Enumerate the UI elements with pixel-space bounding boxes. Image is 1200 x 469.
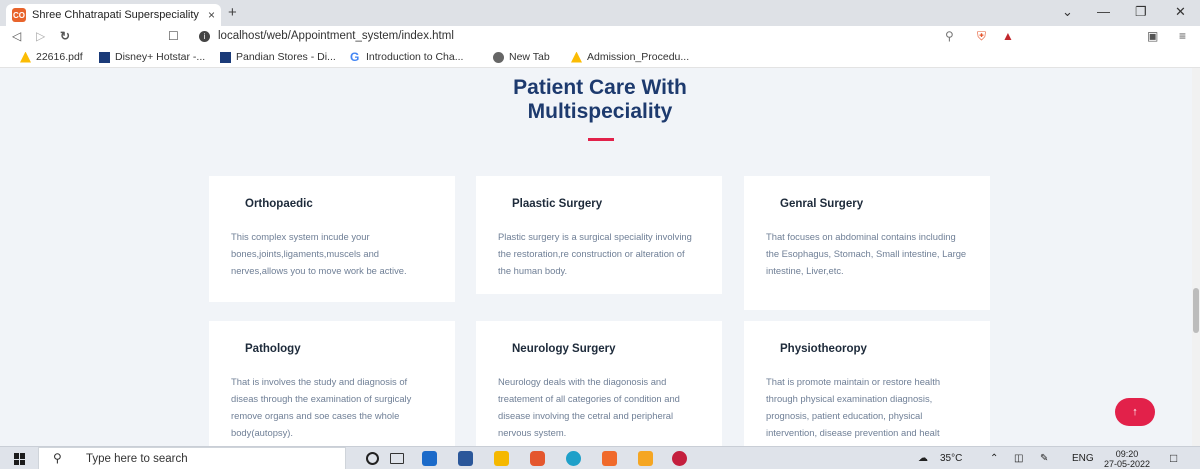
menu-icon[interactable]: ≡	[1179, 29, 1186, 43]
weather-icon[interactable]: ☁	[918, 453, 928, 464]
site-icon	[220, 51, 231, 63]
windows-start-icon[interactable]	[14, 453, 26, 465]
google-drive-icon	[20, 51, 31, 63]
brave-shield-icon[interactable]: ⛨	[977, 29, 986, 44]
network-icon[interactable]: ◫	[1014, 453, 1023, 464]
pen-icon[interactable]: ✎	[1040, 453, 1048, 464]
site-info-icon[interactable]: i	[199, 31, 210, 42]
tab-search-chevron-icon[interactable]: ⌄	[1062, 4, 1073, 20]
browser-toolbar: ◁ ▷ ↻ ☐ i localhost/web/Appointment_syst…	[0, 26, 1200, 48]
card-title: Genral Surgery	[780, 198, 864, 210]
bookmark-item[interactable]: 22616.pdf	[20, 51, 83, 63]
page-scrollbar[interactable]	[1192, 68, 1200, 446]
chrome-app-icon[interactable]	[672, 451, 687, 466]
edge-browser-icon[interactable]	[566, 451, 581, 466]
bookmark-label: Disney+ Hotstar -...	[115, 51, 206, 63]
page-content: Patient Care With Multispeciality Orthop…	[0, 68, 1192, 446]
scrollbar-thumb[interactable]	[1193, 288, 1199, 333]
bookmark-label: New Tab	[509, 51, 550, 63]
card-title: Neurology Surgery	[512, 343, 616, 355]
back-to-top-button[interactable]: ↑	[1115, 398, 1155, 426]
service-card-plastic-surgery[interactable]: Plaastic Surgery Plastic surgery is a su…	[476, 176, 722, 294]
card-title: Orthopaedic	[245, 198, 313, 210]
tab-close-icon[interactable]: ×	[208, 8, 215, 22]
bookmark-label: Pandian Stores - Di...	[236, 51, 336, 63]
wallet-icon[interactable]: ▣	[1147, 29, 1158, 43]
bookmark-label: Admission_Procedu...	[587, 51, 690, 63]
heading-underline	[588, 138, 614, 141]
xampp-icon[interactable]	[602, 451, 617, 466]
taskbar-clock[interactable]: 09:20 27-05-2022	[1104, 449, 1150, 469]
sublime-text-icon[interactable]	[638, 451, 653, 466]
window-close-icon[interactable]: ✕	[1175, 4, 1186, 20]
address-bar[interactable]: localhost/web/Appointment_system/index.h…	[218, 30, 454, 42]
service-card-neurology-surgery[interactable]: Neurology Surgery Neurology deals with t…	[476, 321, 722, 446]
new-tab-button[interactable]: +	[228, 4, 237, 21]
browser-tab[interactable]: CO Shree Chhatrapati Superspeciality ×	[6, 4, 221, 26]
language-indicator[interactable]: ENG	[1072, 453, 1094, 464]
restore-icon[interactable]: ❐	[1135, 4, 1147, 20]
mail-app-icon[interactable]	[422, 451, 437, 466]
file-explorer-icon[interactable]	[494, 451, 509, 466]
tab-title: Shree Chhatrapati Superspeciality	[32, 9, 199, 21]
taskbar-search[interactable]: ⚲ Type here to search	[38, 447, 346, 469]
bookmark-item[interactable]: Admission_Procedu...	[571, 51, 689, 63]
search-placeholder: Type here to search	[86, 453, 188, 465]
service-card-pathology[interactable]: Pathology That is involves the study and…	[209, 321, 455, 446]
card-description: Plastic surgery is a surgical speciality…	[498, 231, 692, 276]
google-icon: G	[350, 49, 360, 64]
task-view-icon[interactable]	[390, 453, 404, 464]
back-icon[interactable]: ◁	[12, 29, 21, 43]
service-card-orthopaedic[interactable]: Orthopaedic This complex system incude y…	[209, 176, 455, 302]
card-description: Neurology deals with the diagonosis and …	[498, 376, 680, 438]
tray-chevron-icon[interactable]: ⌃	[990, 453, 998, 464]
word-icon[interactable]	[458, 451, 473, 466]
google-drive-icon	[571, 51, 582, 63]
reload-icon[interactable]: ↻	[60, 29, 70, 43]
heading-line-2: Multispeciality	[527, 100, 673, 123]
card-description: That is promote maintain or restore heal…	[766, 376, 941, 446]
card-title: Pathology	[245, 343, 301, 355]
clock-date: 27-05-2022	[1104, 459, 1151, 469]
brave-browser-icon[interactable]	[530, 451, 545, 466]
bookmark-item[interactable]: Pandian Stores - Di...	[220, 51, 336, 63]
bookmark-item[interactable]: New Tab	[493, 51, 550, 63]
cortana-icon[interactable]	[366, 452, 379, 465]
card-description: That is involves the study and diagnosis…	[231, 376, 412, 438]
card-description: That focuses on abdominal contains inclu…	[766, 231, 967, 276]
card-description: This complex system incude your bones,jo…	[231, 231, 407, 276]
search-icon: ⚲	[53, 451, 62, 465]
service-card-physiotherapy[interactable]: Physiotheoropy That is promote maintain …	[744, 321, 990, 446]
service-card-general-surgery[interactable]: Genral Surgery That focuses on abdominal…	[744, 176, 990, 310]
new-tab-globe-icon	[493, 51, 504, 63]
bookmark-label: Introduction to Cha...	[366, 51, 464, 63]
browser-tab-bar: CO Shree Chhatrapati Superspeciality × +…	[0, 0, 1200, 26]
windows-taskbar: ⚲ Type here to search ☁ 35°C ⌃ ◫ ✎ ENG 0…	[0, 446, 1200, 469]
site-favicon-icon: CO	[12, 8, 26, 22]
brave-rewards-icon[interactable]: ▲	[1002, 29, 1014, 43]
card-title: Physiotheoropy	[780, 343, 867, 355]
clock-time: 09:20	[1115, 449, 1139, 459]
notifications-icon[interactable]: □	[1170, 451, 1177, 465]
bookmark-page-icon[interactable]: ☐	[168, 29, 179, 43]
heading-line-1: Patient Care With	[513, 76, 687, 99]
bookmarks-bar: 22616.pdf Disney+ Hotstar -... Pandian S…	[0, 48, 1200, 68]
zoom-icon[interactable]: ⚲	[945, 29, 954, 43]
section-heading: Patient Care With Multispeciality	[0, 76, 1192, 124]
bookmark-label: 22616.pdf	[36, 51, 83, 63]
site-icon	[99, 51, 110, 63]
minimize-icon[interactable]: —	[1097, 4, 1110, 19]
bookmark-item[interactable]: G Introduction to Cha...	[350, 49, 464, 64]
temperature-label[interactable]: 35°C	[940, 453, 962, 464]
card-title: Plaastic Surgery	[512, 198, 603, 210]
bookmark-item[interactable]: Disney+ Hotstar -...	[99, 51, 205, 63]
forward-icon[interactable]: ▷	[36, 29, 45, 43]
